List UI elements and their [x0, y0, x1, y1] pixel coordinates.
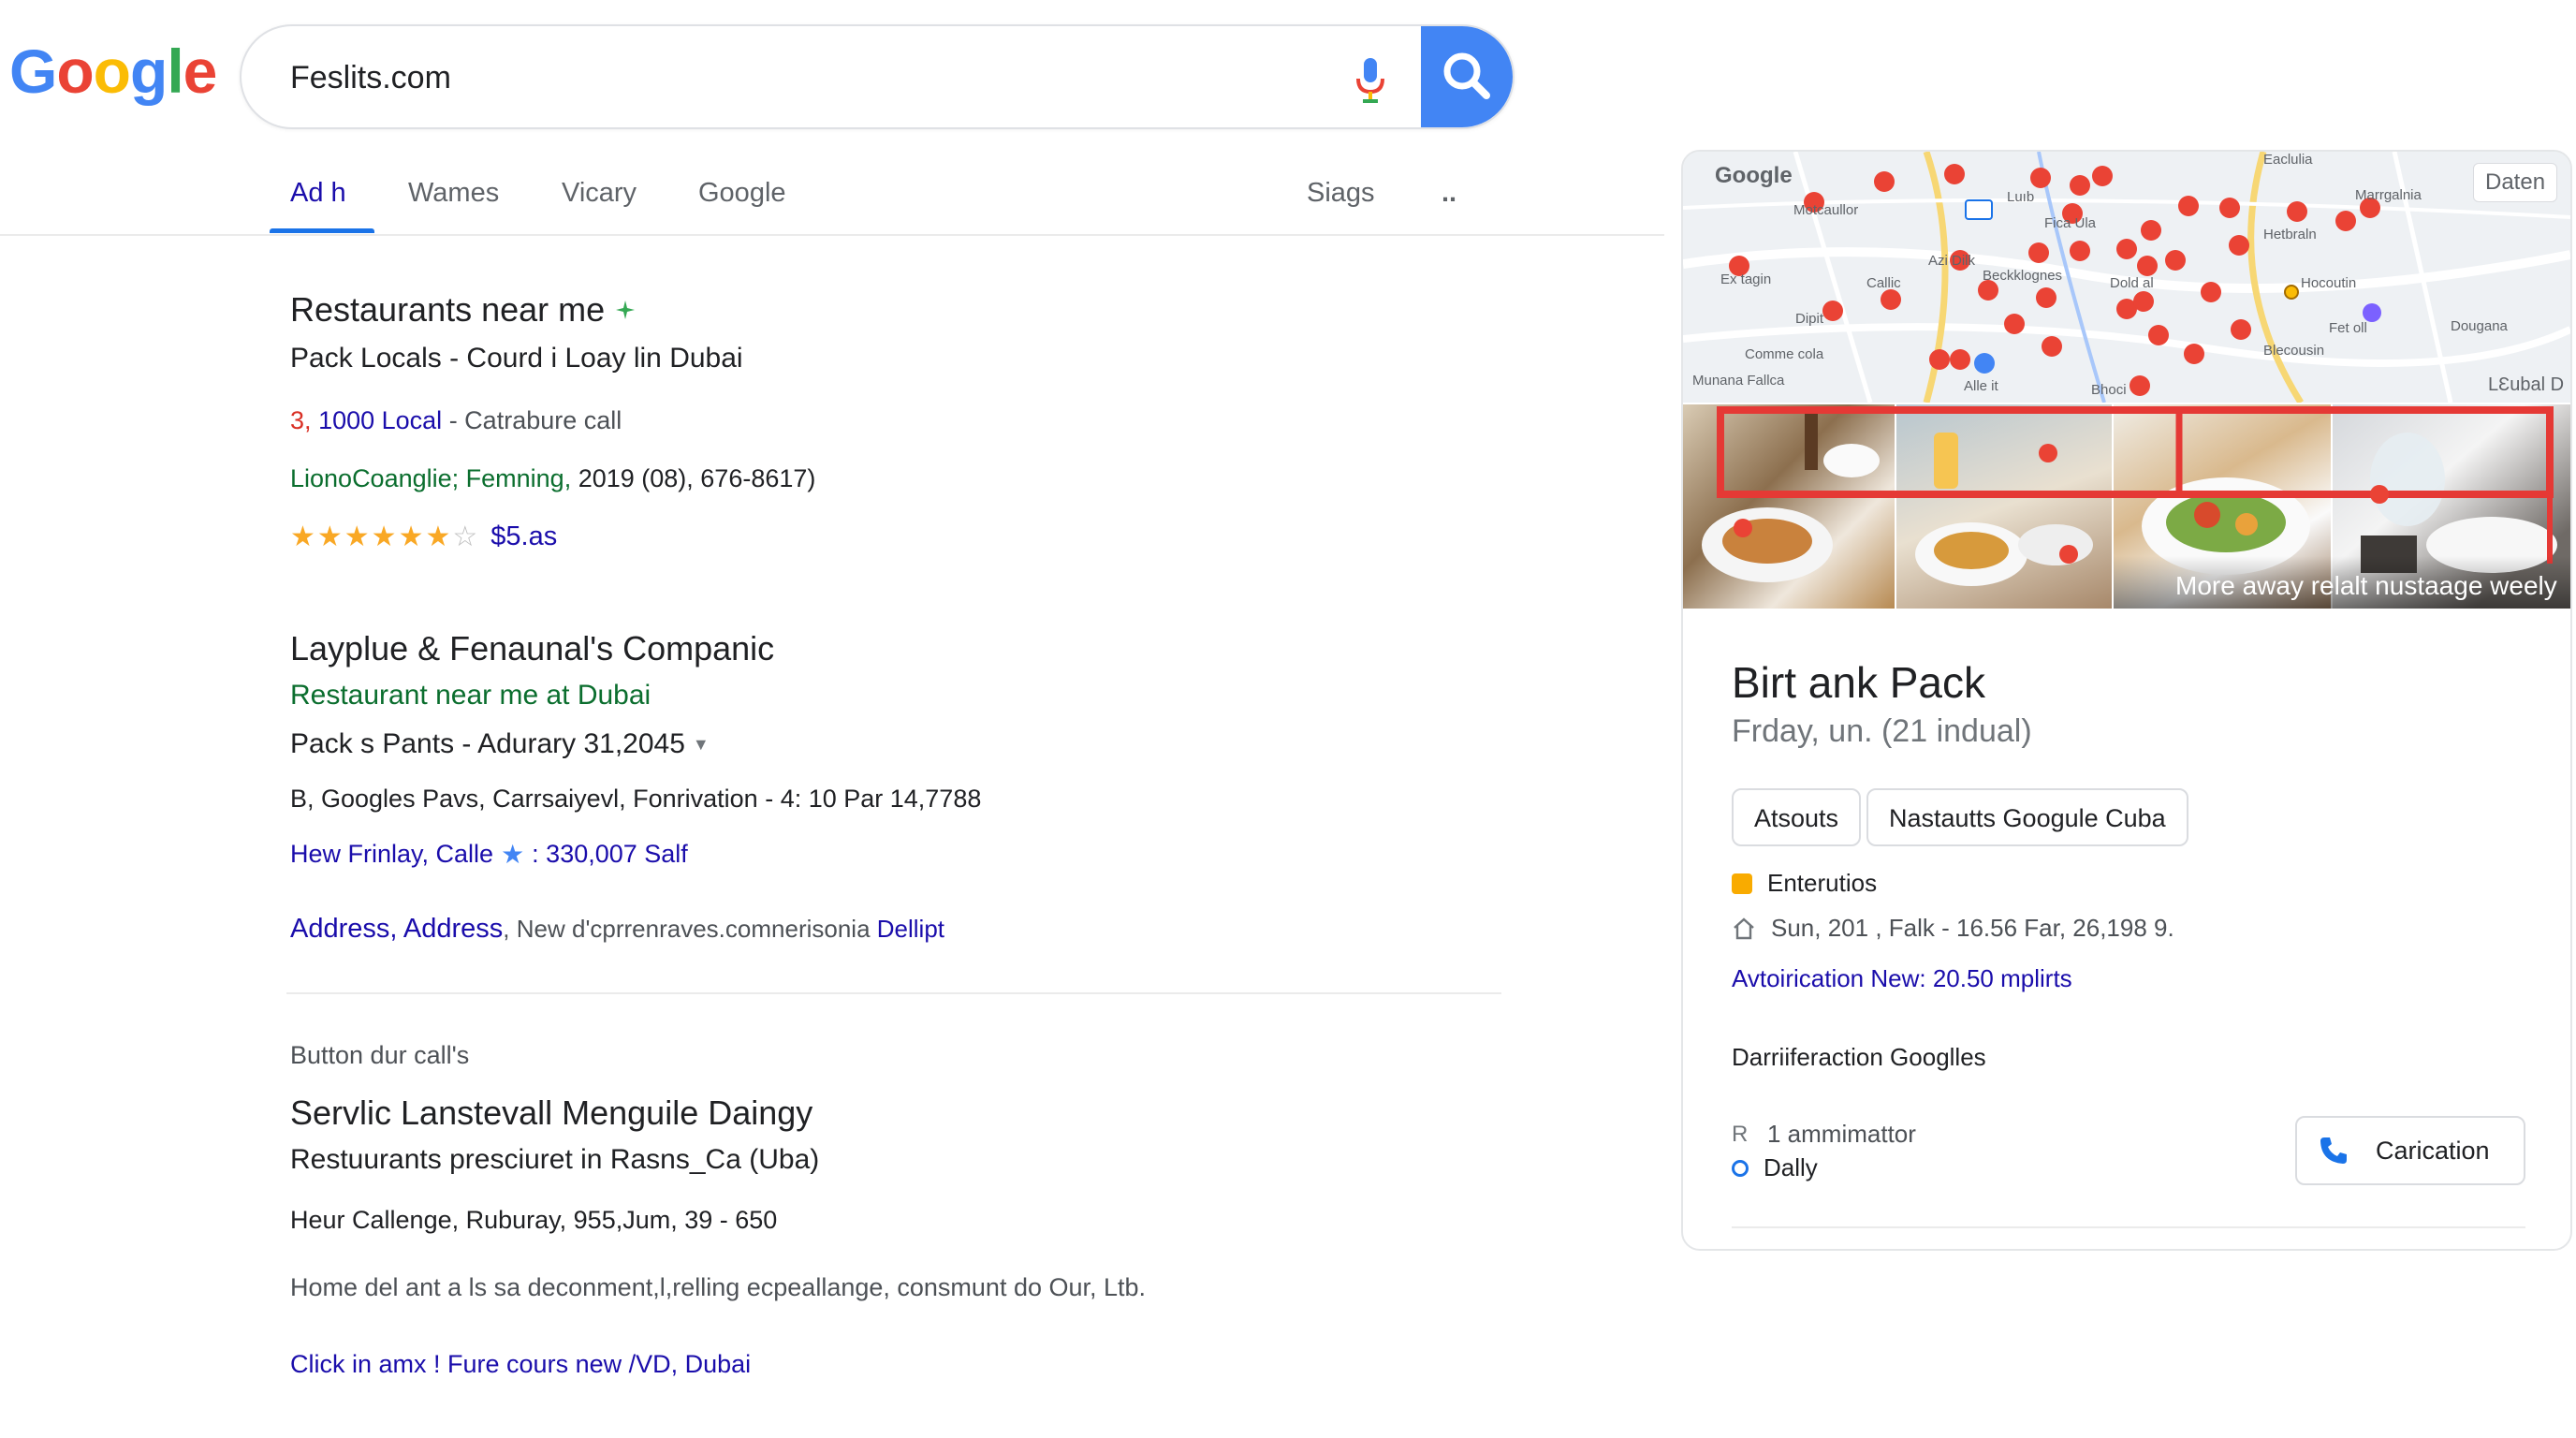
result-2-dellipt-link[interactable]: Dellipt [877, 915, 944, 943]
panel-row-1: Enterutios [1732, 869, 1877, 898]
call-button[interactable]: Carication [2295, 1116, 2525, 1185]
map-label: Alle it [1964, 378, 1998, 394]
result-divider [286, 992, 1501, 994]
result-2-line-c-link[interactable]: Hew Frinlay, Calle [290, 840, 493, 869]
panel-row-3-link[interactable]: Avtoirication New: 20.50 mplirts [1732, 964, 2072, 993]
person-icon: R [1732, 1121, 1749, 1147]
call-button-label: Carication [2376, 1137, 2490, 1165]
sparkle-icon [616, 301, 636, 319]
result-1: Restaurants near me [290, 290, 637, 330]
result-1-meta-number: 3 [290, 406, 305, 434]
map-label: Hetbraln [2263, 227, 2317, 242]
panel-subtitle: Frday, un. (21 indual) [1732, 713, 2032, 749]
tab-vicary[interactable]: Vicary [562, 178, 637, 209]
map-label: Marrgalnia [2355, 187, 2422, 203]
google-logo[interactable]: Google [9, 36, 217, 107]
map-google-logo: Google [1715, 163, 1793, 188]
map-label: Eaclulia [2263, 152, 2313, 168]
phone-icon [2320, 1137, 2347, 1164]
result-2-title[interactable]: Layplue & Fenaunal's Companic [290, 629, 774, 668]
map-label: Dougana [2451, 318, 2508, 334]
result-3-subtitle: Restuurants presciuret in Rasns_Ca (Uba) [290, 1144, 820, 1175]
active-tab-indicator [270, 228, 374, 233]
photo-caption: More away relalt nustaage weely [2175, 571, 2557, 600]
panel-row-6: Dally [1732, 1153, 1818, 1182]
chip-nastautts[interactable]: Nastautts Googule Cuba [1866, 788, 2188, 846]
result-1-info-rest: 2019 (08), 676-8617) [571, 464, 816, 492]
chip-atsouts[interactable]: Atsouts [1732, 788, 1862, 846]
result-2-line-b: B, Googles Pavs, Carrsaiyevl, Fonrivatio… [290, 785, 982, 813]
map-label: Bhoci [2091, 382, 2127, 398]
clock-icon [1732, 1159, 1749, 1177]
result-1-subtitle: Pack Locals - Courd i Loay lin Dubai [290, 343, 743, 374]
map-corner-label: LƐubal D [2488, 374, 2565, 395]
result-1-meta-link[interactable]: 1000 Local [318, 406, 442, 434]
panel-row-2: Sun, 201 , Falk - 16.56 Far, 26,198 9. [1732, 914, 2174, 943]
home-icon [1734, 917, 1754, 939]
map-label: Callic [1866, 275, 1901, 291]
map[interactable]: Google Daten LƐubal D Eaclulia Marrgalni… [1683, 152, 2570, 403]
search-button[interactable] [1421, 26, 1513, 127]
search-input[interactable]: Feslits.com [290, 60, 451, 96]
panel-row-5: R 1 ammimattor [1732, 1120, 1916, 1149]
dropdown-caret-icon[interactable]: ▼ [693, 735, 710, 755]
panel-row-4: Darriiferaction Googlles [1732, 1043, 1986, 1071]
map-label: Beckklognes [1983, 268, 2063, 284]
panel-divider [1732, 1226, 2525, 1228]
photo-strip[interactable]: More away relalt nustaage weely [1683, 404, 2570, 609]
panel-row-1-text: Enterutios [1767, 869, 1878, 897]
star-icon: ★ [501, 840, 525, 869]
result-1-meta-rest: - Catrabure call [442, 406, 622, 434]
result-2-subtitle[interactable]: Restaurant near me at Dubai [290, 680, 651, 712]
map-label: Blecousin [2263, 343, 2325, 359]
result-1-info: LionoCoanglie; Femning, 2019 (08), 676-8… [290, 464, 815, 493]
tab-wames[interactable]: Wames [408, 178, 499, 209]
result-1-title[interactable]: Restaurants near me [290, 290, 605, 330]
result-2-address-link[interactable]: Address, Address [290, 914, 503, 944]
result-1-rating: ★★★★★★☆ $5.as [290, 521, 557, 553]
map-button[interactable]: Daten [2473, 163, 2558, 202]
result-2-line-d: Address, Address, New d'cprrenraves.comn… [290, 914, 944, 945]
result-2-line-a: Pack s Pants - Adurary 31,2045 ▼ [290, 728, 710, 760]
result-2-line-a-text: Pack s Pants - Adurary 31,2045 [290, 728, 685, 759]
map-label: Azi Dilk [1928, 253, 1976, 269]
map-label: Comme cola [1745, 346, 1824, 362]
result-1-meta: 3, 1000 Local - Catrabure call [290, 406, 622, 434]
microphone-icon[interactable] [1352, 54, 1389, 107]
result-3-label: Button dur call's [290, 1041, 470, 1069]
panel-row-2-text: Sun, 201 , Falk - 16.56 Far, 26,198 9. [1771, 914, 2174, 942]
map-label: Dold al [2110, 275, 2154, 291]
result-1-price[interactable]: $5.as [490, 521, 557, 552]
more-tabs-button[interactable]: .. [1442, 178, 1456, 209]
panel-row-6-text: Dally [1764, 1153, 1818, 1181]
panel-row-5-text: 1 ammimattor [1767, 1120, 1916, 1148]
result-2-line-d-text: , New d'cprrenraves.comnerisonia [503, 915, 877, 943]
search-tabs: Ad h Wames Vicary Google Siags .. [0, 169, 1664, 236]
tab-google[interactable]: Google [698, 178, 786, 209]
result-3-title[interactable]: Servlic Lanstevall Menguile Daingy [290, 1093, 812, 1133]
result-3-line-a: Heur Callenge, Ruburay, 955,Jum, 39 - 65… [290, 1206, 778, 1234]
map-label: Ex tagin [1720, 271, 1772, 287]
result-2-line-c-value: : 330,007 Salf [532, 840, 688, 868]
map-label: Dipit [1795, 311, 1824, 327]
map-label: Fica Ula [2044, 215, 2097, 231]
map-label: Munana Fallca [1692, 373, 1785, 389]
badge-icon [1732, 873, 1752, 894]
map-label: Luıb [2007, 189, 2035, 205]
result-2-line-c: Hew Frinlay, Calle ★ : 330,007 Salf [290, 839, 688, 870]
map-label: Fet oll [2329, 320, 2367, 336]
tab-siags[interactable]: Siags [1307, 178, 1375, 209]
knowledge-panel: Google Daten LƐubal D Eaclulia Marrgalni… [1681, 150, 2572, 1251]
result-3-line-b: Home del ant a ls sa deconment,l,relling… [290, 1273, 1147, 1301]
result-3-link[interactable]: Click in amx ! Fure cours new /VD, Dubai [290, 1350, 751, 1379]
map-label: Motcaullor [1793, 202, 1859, 218]
search-icon [1443, 52, 1490, 99]
star-rating-icon: ★★★★★★☆ [290, 521, 480, 552]
panel-title: Birt ank Pack [1732, 658, 1985, 707]
result-1-info-green[interactable]: LionoCoanglie; Femning, [290, 464, 571, 492]
search-box[interactable]: Feslits.com [240, 24, 1515, 129]
tab-ad[interactable]: Ad h [290, 178, 346, 209]
map-label: Hocoutin [2301, 275, 2357, 291]
